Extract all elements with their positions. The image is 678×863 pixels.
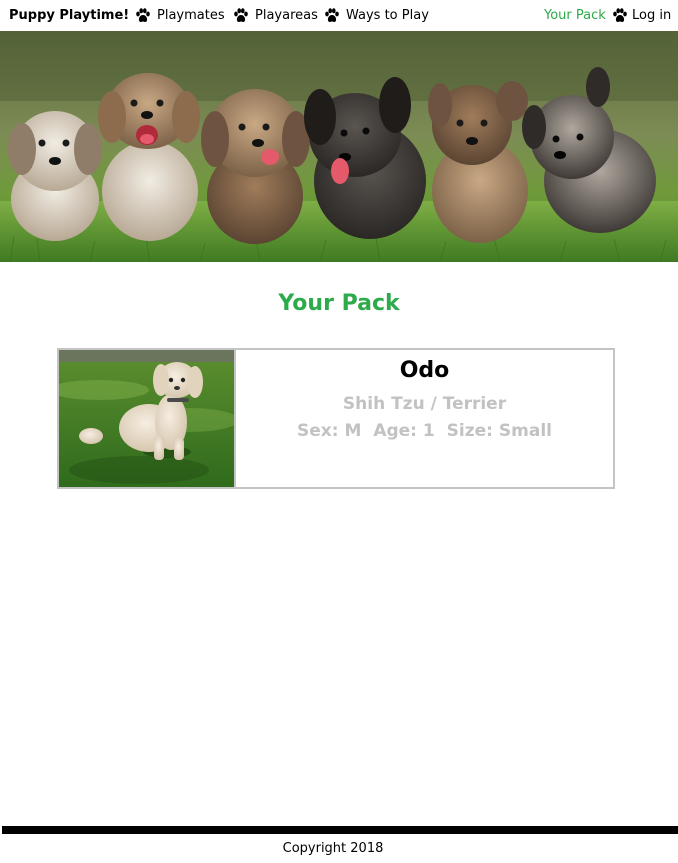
pet-size-value: Small: [498, 421, 552, 441]
nav-link-playmates[interactable]: Playmates: [135, 7, 225, 24]
nav-link-playareas[interactable]: Playareas: [233, 7, 318, 24]
pack-member-card[interactable]: Odo Shih Tzu / Terrier Sex: M Age: 1 Siz…: [57, 348, 615, 489]
nav-link-label: Your Pack: [544, 8, 606, 23]
pet-breed: Shih Tzu / Terrier: [342, 394, 507, 414]
top-navbar: Puppy Playtime! Playmates Playareas Ways…: [0, 0, 678, 31]
pet-age-label: Age:: [373, 421, 417, 441]
footer-copyright: Copyright 2018: [282, 841, 384, 856]
paw-icon: [135, 7, 151, 24]
hero-banner-image: [0, 31, 678, 262]
nav-link-login[interactable]: Log in: [612, 7, 671, 24]
page-title: Your Pack: [278, 291, 400, 316]
paw-icon: [233, 7, 249, 24]
nav-link-ways-to-play[interactable]: Ways to Play: [324, 7, 429, 24]
footer-divider: [2, 826, 678, 834]
pet-sex-label: Sex:: [297, 421, 339, 441]
pet-size: Size: Small: [447, 421, 552, 441]
nav-link-label: Playmates: [157, 8, 225, 23]
paw-icon: [612, 7, 628, 24]
pet-stats: Sex: M Age: 1 Size: Small: [236, 420, 613, 442]
pet-sex-value: M: [344, 421, 362, 441]
pet-sex: Sex: M: [297, 421, 361, 441]
pet-age-value: 1: [422, 421, 435, 441]
pet-photo: [59, 350, 236, 487]
pet-name: Odo: [399, 358, 450, 383]
paw-icon: [324, 7, 340, 24]
pet-size-label: Size:: [446, 421, 493, 441]
brand-logo-text[interactable]: Puppy Playtime!: [9, 7, 129, 24]
nav-link-label: Ways to Play: [346, 8, 429, 23]
nav-link-label: Log in: [632, 8, 672, 23]
nav-link-label: Playareas: [255, 8, 318, 23]
pet-age: Age: 1: [373, 421, 434, 441]
nav-link-your-pack[interactable]: Your Pack: [544, 7, 606, 24]
